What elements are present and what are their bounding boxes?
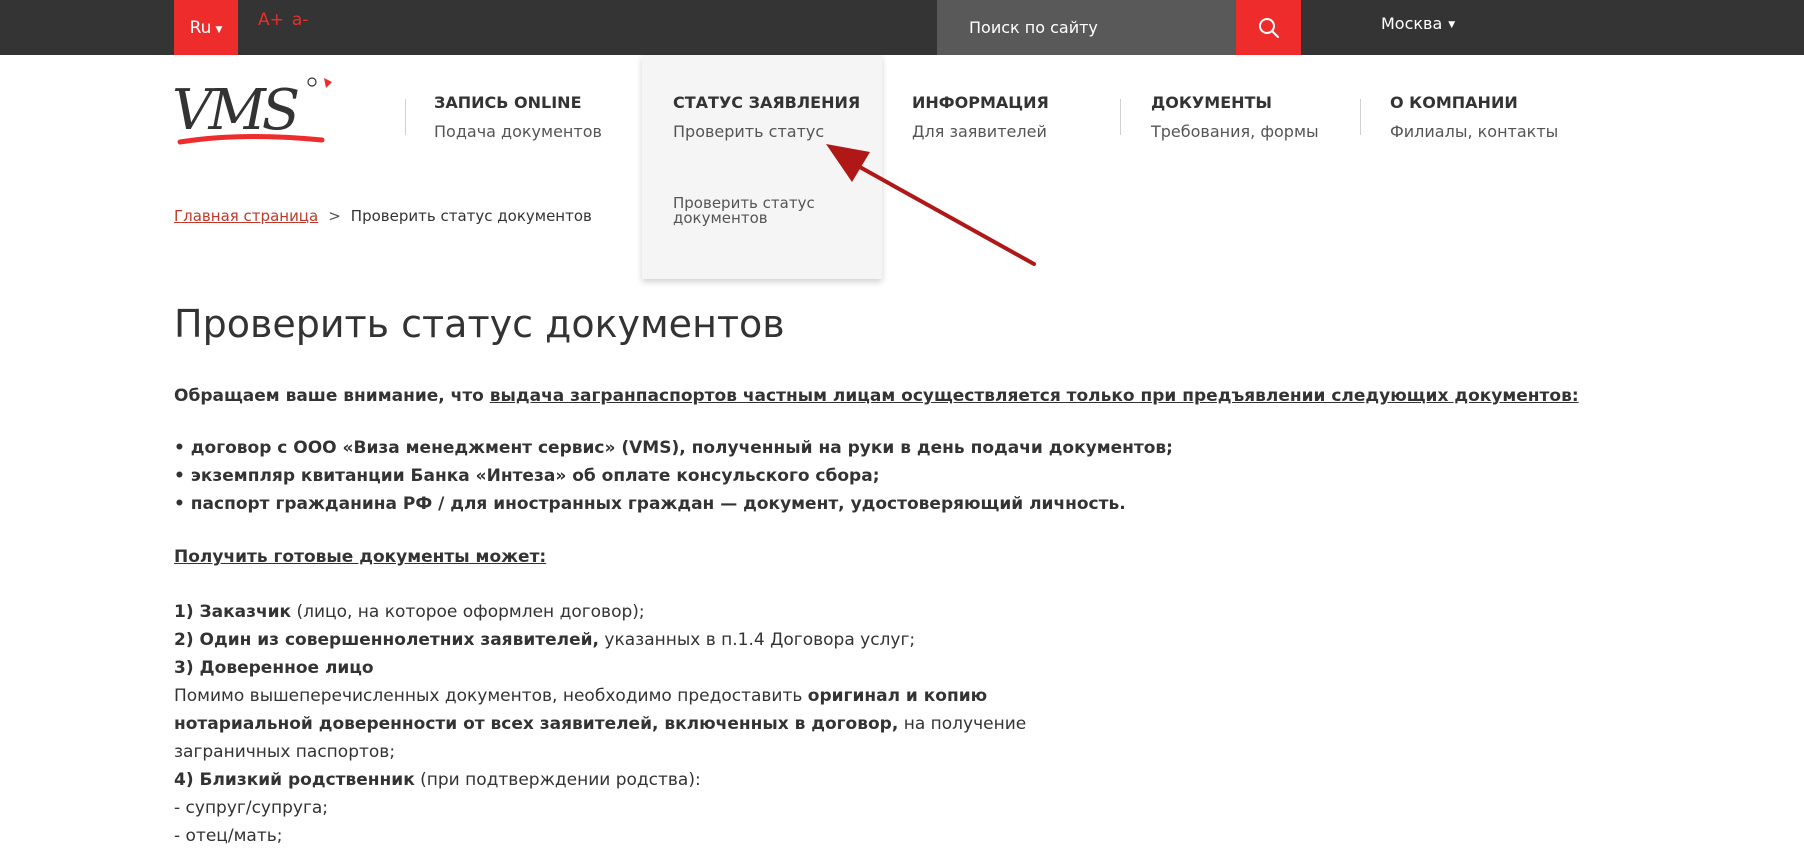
list-item: 1) Заказчик (лицо, на которое оформлен д… — [174, 600, 645, 624]
nav-separator — [1360, 99, 1361, 135]
breadcrumb: Главная страница > Проверить статус доку… — [174, 207, 592, 225]
notice-link[interactable]: выдача загранпаспортов частным лицам осу… — [490, 386, 1579, 406]
nav-item-status[interactable]: СТАТУС ЗАЯВЛЕНИЯ Проверить статус — [673, 93, 860, 141]
who-heading: Получить готовые документы может: — [174, 547, 547, 567]
nav-item-title: ДОКУМЕНТЫ — [1151, 93, 1272, 112]
list-item-desc: нотариальной доверенности от всех заявит… — [174, 712, 1026, 736]
relative-item: - отец/мать; — [174, 826, 283, 846]
search-input[interactable] — [937, 0, 1237, 55]
bullet-item: • договор с ООО «Виза менеджмент сервис»… — [174, 438, 1173, 458]
search-button[interactable] — [1236, 0, 1301, 55]
font-size-controls: A+ a- — [258, 10, 308, 30]
list-item-text: Помимо вышеперечисленных документов, нео… — [174, 686, 808, 706]
breadcrumb-current: Проверить статус документов — [350, 207, 592, 225]
page-title: Проверить статус документов — [174, 302, 785, 346]
list-item-text: (при подтверждении родства): — [414, 770, 701, 790]
nav-item-title: О КОМПАНИИ — [1390, 93, 1518, 112]
nav-item-subtitle: Подача документов — [434, 122, 602, 141]
list-item: 2) Один из совершеннолетних заявителей, … — [174, 628, 915, 652]
breadcrumb-separator: > — [328, 207, 341, 225]
notice-paragraph: Обращаем ваше внимание, что выдача загра… — [174, 384, 1579, 408]
list-item: 4) Близкий родственник (при подтверждени… — [174, 768, 701, 792]
nav-separator — [1120, 99, 1121, 135]
nav-item-documents[interactable]: ДОКУМЕНТЫ Требования, формы — [1151, 93, 1319, 141]
svg-text:VMS: VMS — [172, 78, 298, 143]
list-item-desc: заграничных паспортов; — [174, 742, 396, 762]
nav-item-title: ИНФОРМАЦИЯ — [912, 93, 1049, 112]
nav-item-subtitle: Проверить статус — [673, 122, 825, 141]
list-item-text: на получение — [898, 714, 1027, 734]
bullet-item: • паспорт гражданина РФ / для иностранны… — [174, 494, 1126, 514]
nav-item-company[interactable]: О КОМПАНИИ Филиалы, контакты — [1390, 93, 1558, 141]
nav-item-title: ЗАПИСЬ ONLINE — [434, 93, 582, 112]
list-item-bold: нотариальной доверенности от всех заявит… — [174, 714, 899, 734]
font-decrease-button[interactable]: a- — [292, 10, 309, 30]
vms-logo[interactable]: VMS — [172, 74, 338, 156]
notice-text: Обращаем ваше внимание, что — [174, 386, 490, 406]
city-label: Москва — [1381, 14, 1443, 33]
nav-separator — [405, 99, 406, 135]
nav-item-info[interactable]: ИНФОРМАЦИЯ Для заявителей — [912, 93, 1049, 141]
city-selector[interactable]: Москва ▼ — [1381, 0, 1455, 47]
list-item-desc: Помимо вышеперечисленных документов, нео… — [174, 684, 987, 708]
language-selector[interactable]: Ru ▼ — [174, 0, 238, 55]
caret-down-icon: ▼ — [215, 24, 223, 35]
dropdown-link-check-status[interactable]: Проверить статус документов — [673, 196, 853, 226]
font-increase-button[interactable]: A+ — [258, 10, 284, 30]
relative-item: - супруг/супруга; — [174, 798, 329, 818]
list-item-text: (лицо, на которое оформлен договор); — [291, 602, 645, 622]
nav-item-subtitle: Филиалы, контакты — [1390, 122, 1559, 141]
bullet-item: • экземпляр квитанции Банка «Интеза» об … — [174, 466, 880, 486]
list-item-bold: 1) Заказчик — [174, 602, 292, 622]
list-item-bold: 2) Один из совершеннолетних заявителей, — [174, 630, 599, 650]
nav-item-title: СТАТУС ЗАЯВЛЕНИЯ — [673, 93, 861, 112]
search-icon — [1258, 17, 1279, 38]
search-box — [937, 0, 1237, 55]
status-dropdown: Проверить статус документов — [642, 55, 882, 279]
top-bar: Ru ▼ A+ a- Москва ▼ — [0, 0, 1804, 55]
nav-item-subtitle: Для заявителей — [912, 122, 1047, 141]
list-item: 3) Доверенное лицо — [174, 658, 374, 678]
breadcrumb-home-link[interactable]: Главная страница — [174, 207, 318, 225]
language-label: Ru — [189, 17, 212, 38]
list-item-bold: 4) Близкий родственник — [174, 770, 415, 790]
list-item-bold: оригинал и копию — [807, 686, 988, 706]
caret-down-icon: ▼ — [1448, 20, 1456, 30]
list-item-text: указанных в п.1.4 Договора услуг; — [599, 630, 916, 650]
nav-item-online[interactable]: ЗАПИСЬ ONLINE Подача документов — [434, 93, 602, 141]
nav-item-subtitle: Требования, формы — [1151, 122, 1319, 141]
